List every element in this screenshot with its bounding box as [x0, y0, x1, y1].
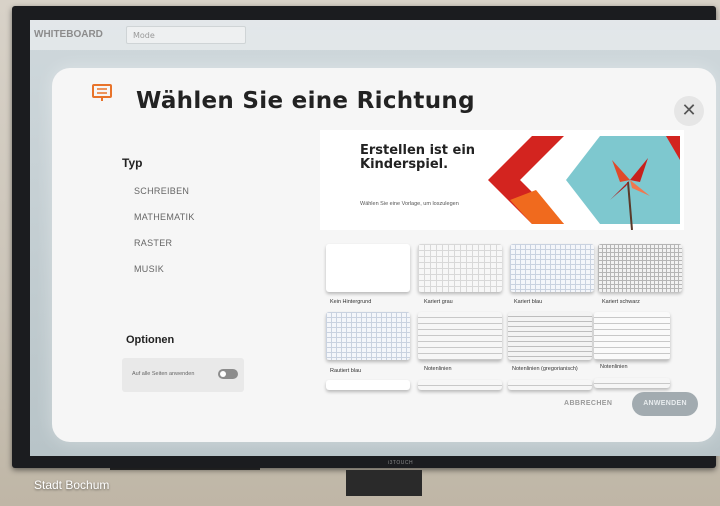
- display-stand: [346, 470, 422, 496]
- banner-headline: Erstellen ist ein Kinderspiel.: [360, 143, 476, 172]
- mode-field[interactable]: Mode: [126, 26, 246, 44]
- dialog-title: Wählen Sie eine Richtung: [136, 88, 475, 114]
- template-dialog: Wählen Sie eine Richtung ✕ Typ SCHREIBEN…: [52, 68, 716, 442]
- template-label: Rautiert blau: [330, 368, 362, 374]
- pinwheel-illustration: [488, 136, 680, 230]
- template-label: Notenlinien (gregorianisch): [512, 366, 578, 372]
- apply-all-toggle[interactable]: [218, 369, 238, 379]
- apply-all-label: Auf alle Seiten anwenden: [132, 371, 195, 377]
- cancel-button[interactable]: ABBRECHEN: [564, 400, 612, 407]
- display-screen: WHITEBOARD Mode Wählen Sie eine Richtung…: [30, 20, 720, 456]
- type-item-mathematik[interactable]: MATHEMATIK: [134, 212, 195, 222]
- template-tile[interactable]: [594, 378, 670, 388]
- template-label: Kariert blau: [514, 299, 543, 305]
- type-item-schreiben[interactable]: SCHREIBEN: [134, 186, 189, 196]
- app-toolbar: WHITEBOARD Mode: [30, 20, 720, 50]
- template-tile[interactable]: [510, 244, 594, 292]
- template-label: Kein Hintergrund: [330, 299, 372, 305]
- template-label: Notenlinien: [600, 364, 628, 370]
- close-icon[interactable]: ✕: [674, 96, 704, 126]
- banner-subtext: Wählen Sie eine Vorlage, um loszulegen: [360, 201, 459, 207]
- app-title: WHITEBOARD: [34, 29, 103, 40]
- template-label: Kariert schwarz: [602, 299, 640, 305]
- template-tile[interactable]: [418, 312, 502, 360]
- template-label: Kariert grau: [424, 299, 453, 305]
- template-label: Notenlinien: [424, 366, 452, 372]
- template-tile[interactable]: [326, 380, 410, 390]
- template-tile[interactable]: [326, 312, 410, 360]
- apply-button[interactable]: ANWENDEN: [632, 392, 698, 416]
- template-tile[interactable]: [594, 312, 670, 360]
- template-tile[interactable]: [598, 244, 682, 292]
- template-tile[interactable]: [326, 244, 410, 292]
- type-heading: Typ: [122, 156, 143, 170]
- template-tile[interactable]: [418, 244, 502, 292]
- template-tile[interactable]: [508, 380, 592, 390]
- template-tile[interactable]: [508, 312, 592, 360]
- photo-caption: Stadt Bochum: [34, 478, 110, 492]
- whiteboard-icon: [92, 84, 112, 101]
- options-heading: Optionen: [126, 334, 175, 346]
- type-item-musik[interactable]: MUSIK: [134, 264, 164, 274]
- apply-all-row: Auf alle Seiten anwenden: [122, 358, 244, 392]
- promo-banner: Erstellen ist ein Kinderspiel. Wählen Si…: [320, 130, 684, 230]
- type-item-raster[interactable]: RASTER: [134, 238, 172, 248]
- display-bezel: WHITEBOARD Mode Wählen Sie eine Richtung…: [12, 6, 720, 468]
- device-brand: i3TOUCH: [388, 460, 414, 466]
- template-tile[interactable]: [418, 380, 502, 390]
